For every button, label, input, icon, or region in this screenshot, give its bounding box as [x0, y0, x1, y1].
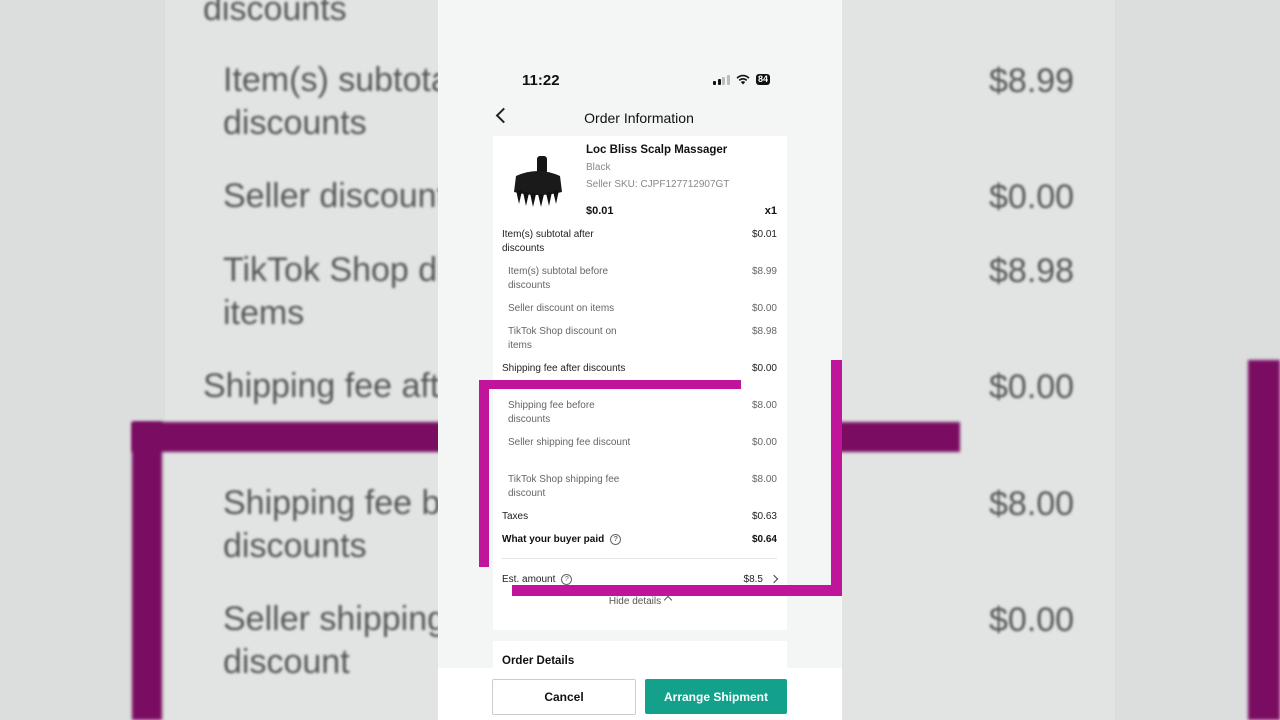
breakdown-label: Shipping fee after discounts — [502, 363, 626, 374]
battery-icon: 84 — [755, 74, 770, 85]
arrange-shipment-button[interactable]: Arrange Shipment — [645, 679, 787, 714]
divider — [502, 558, 777, 559]
bg-line: Item(s) subtota — [223, 61, 450, 99]
breakdown-label: Seller discount on items — [508, 303, 615, 314]
product-variant: Black — [586, 162, 611, 173]
bg-value: $8.98 — [989, 252, 1075, 290]
breakdown-value: $0.00 — [751, 437, 777, 448]
bg-line: Seller shipping — [223, 600, 447, 638]
breakdown-value: $0.64 — [751, 534, 777, 545]
highlight-frame-left — [479, 380, 489, 567]
bg-line: Seller discount — [223, 177, 447, 215]
breakdown-label: Taxes — [502, 511, 529, 522]
breakdown-value: $0.00 — [751, 303, 777, 314]
status-icons: 84 — [713, 74, 770, 85]
product-sku: Seller SKU: CJPF127712907GT — [586, 179, 730, 190]
product-thumbnail[interactable] — [508, 154, 568, 209]
est-amount-value: $8.5 — [743, 574, 763, 585]
hide-details-link[interactable]: Hide details — [493, 595, 787, 607]
buyer-paid-label: What your buyer paid — [502, 534, 605, 545]
breakdown-value: $8.00 — [751, 400, 777, 411]
bg-highlight-bar — [132, 422, 162, 720]
order-details-title: Order Details — [502, 655, 575, 667]
signal-icon — [713, 74, 730, 85]
bg-value: $0.00 — [989, 601, 1075, 639]
breakdown-label: TikTok Shop shipping fee discount — [508, 474, 620, 499]
bg-line: discount — [223, 643, 350, 681]
bg-value: $8.00 — [989, 485, 1075, 523]
nav-bar: Order Information — [488, 106, 790, 130]
bg-highlight-bar — [1248, 360, 1280, 720]
status-bar: 11:22 84 — [438, 72, 842, 90]
product-quantity: x1 — [764, 205, 777, 217]
hide-details-label: Hide details — [608, 596, 662, 607]
breakdown-value: $8.99 — [751, 266, 777, 277]
breakdown-label: TikTok Shop discount on items — [508, 326, 617, 351]
bg-line: TikTok Shop di — [223, 251, 445, 289]
highlight-frame-bottom — [512, 585, 842, 596]
breakdown-label: Shipping fee before discounts — [508, 400, 595, 425]
bg-line: Shipping fee aft — [203, 367, 440, 405]
bg-line: discounts — [223, 527, 367, 565]
breakdown-value: $0.01 — [751, 229, 777, 240]
wifi-icon — [736, 74, 750, 85]
chevron-right-icon — [769, 575, 779, 584]
breakdown-label: Item(s) subtotal before discounts — [508, 266, 609, 291]
product-name: Loc Bliss Scalp Massager — [586, 144, 728, 156]
phone-screen: 11:22 84 Order Information Loc Bliss Sca… — [438, 0, 842, 720]
highlight-frame-right — [831, 360, 842, 596]
breakdown-value: $0.00 — [751, 363, 777, 374]
chevron-up-icon — [663, 595, 673, 605]
bg-line: discounts — [223, 104, 367, 142]
bg-value: $8.99 — [989, 62, 1075, 100]
breakdown-value: $0.63 — [751, 511, 777, 522]
help-circle-icon[interactable]: ? — [610, 533, 622, 545]
action-bar: Cancel Arrange Shipment — [438, 668, 842, 720]
est-amount-label: Est. amount — [502, 574, 556, 585]
breakdown-label: What your buyer paid? — [502, 533, 622, 547]
bg-line: Shipping fee b — [223, 484, 441, 522]
product-price: $0.01 — [586, 205, 614, 217]
bg-value: $0.00 — [989, 368, 1075, 406]
status-time: 11:22 — [522, 72, 560, 89]
bg-value: $0.00 — [989, 178, 1075, 216]
breakdown-label: Item(s) subtotal after discounts — [502, 229, 594, 254]
breakdown-value: $8.98 — [751, 326, 777, 337]
help-circle-icon[interactable]: ? — [561, 573, 573, 585]
bg-line: discounts — [203, 0, 347, 28]
bg-line: items — [223, 294, 305, 332]
breakdown-label: Seller shipping fee discount — [508, 437, 631, 448]
breakdown-value: $8.00 — [751, 474, 777, 485]
highlight-frame-top — [479, 380, 741, 389]
page-title: Order Information — [584, 110, 694, 126]
cancel-button[interactable]: Cancel — [492, 679, 636, 715]
